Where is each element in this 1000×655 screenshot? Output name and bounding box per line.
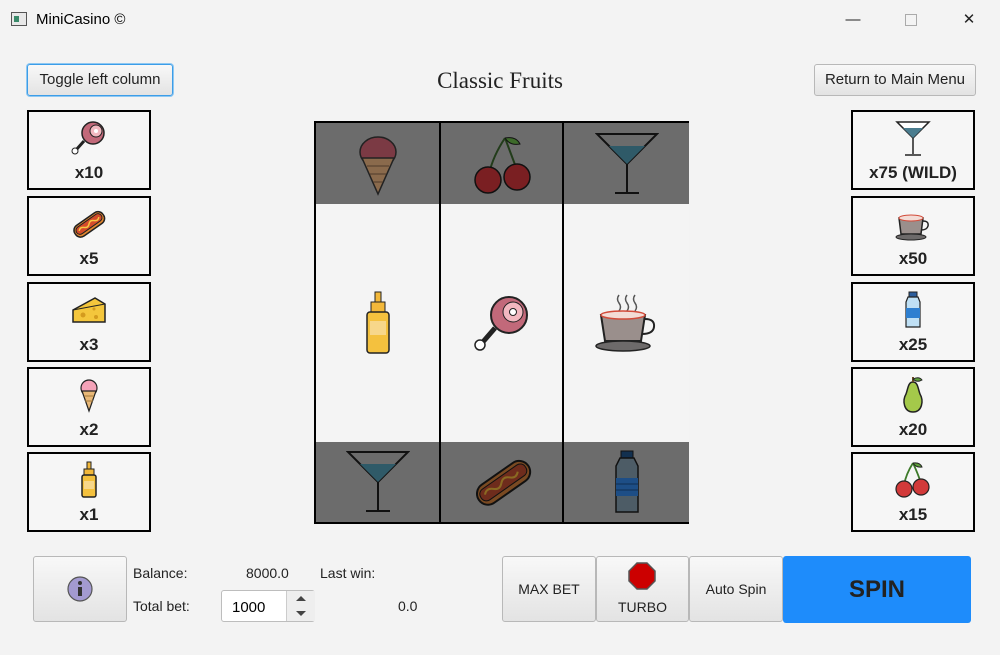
paytable-right-item: x20 xyxy=(851,367,975,447)
mustard-icon xyxy=(365,291,390,354)
reel-cell-payline xyxy=(316,204,439,442)
window-title: MiniCasino © xyxy=(36,11,126,28)
stop-sign-icon xyxy=(628,562,656,590)
turbo-label: TURBO xyxy=(618,599,667,615)
reel-cell-payline xyxy=(441,204,564,442)
reel-cell xyxy=(441,123,564,204)
decrement-bet-button[interactable] xyxy=(286,606,315,621)
paytable-right-item: x50 xyxy=(851,196,975,276)
reel-cell xyxy=(441,442,564,522)
reel-cell xyxy=(316,442,439,522)
ice-cream-icon xyxy=(29,375,149,413)
slot-reels xyxy=(314,121,689,524)
paytable-right-item: x15 xyxy=(851,452,975,532)
info-button[interactable] xyxy=(33,556,127,622)
cocktail-icon xyxy=(853,118,973,156)
info-icon xyxy=(67,576,93,602)
maximize-icon xyxy=(905,14,917,26)
paytable-right-item: x25 xyxy=(851,282,975,362)
cherry-icon xyxy=(473,136,531,194)
hotdog-icon xyxy=(475,459,531,506)
auto-spin-button[interactable]: Auto Spin xyxy=(689,556,783,622)
paytable-left-item: x3 xyxy=(27,282,151,362)
paytable-left-item: x1 xyxy=(27,452,151,532)
reel-cell-payline xyxy=(564,204,689,442)
reel-1 xyxy=(316,123,439,522)
water-bottle-icon xyxy=(853,290,973,328)
ham-icon xyxy=(29,118,149,156)
total-bet-stepper[interactable] xyxy=(221,590,315,623)
water-bottle-icon xyxy=(614,450,639,513)
last-win-value: 0.0 xyxy=(398,598,418,614)
pear-icon xyxy=(853,375,973,413)
mustard-icon xyxy=(29,460,149,498)
cocktail-icon xyxy=(345,451,410,512)
last-win-label: Last win: xyxy=(320,565,376,581)
maximize-button[interactable] xyxy=(896,8,926,32)
turbo-button[interactable]: TURBO xyxy=(596,556,689,622)
ice-cream-icon xyxy=(358,135,397,196)
reel-cell xyxy=(564,123,689,204)
coffee-cup-icon xyxy=(594,294,655,352)
paytable-left-item: x2 xyxy=(27,367,151,447)
reel-3 xyxy=(562,123,689,522)
cocktail-icon xyxy=(594,132,659,194)
total-bet-label: Total bet: xyxy=(133,598,190,614)
payout-label: x10 xyxy=(74,163,104,182)
payout-label: x25 xyxy=(898,335,928,354)
payout-label: x3 xyxy=(79,335,99,354)
paytable-right-item: x75 (WILD) xyxy=(851,110,975,190)
balance-label: Balance: xyxy=(133,565,188,581)
max-bet-button[interactable]: MAX BET xyxy=(502,556,596,622)
minimize-button[interactable]: — xyxy=(838,8,868,32)
payout-label: x1 xyxy=(79,505,99,524)
app-icon xyxy=(11,12,27,26)
paytable-left-item: x5 xyxy=(27,196,151,276)
payout-label: x50 xyxy=(898,249,928,268)
payout-label: x75 (WILD) xyxy=(869,163,957,182)
ham-icon xyxy=(473,296,528,351)
reel-2 xyxy=(439,123,564,522)
increment-bet-button[interactable] xyxy=(286,591,315,607)
coffee-cup-icon xyxy=(853,204,973,242)
payout-label: x15 xyxy=(898,505,928,524)
return-to-main-menu-button[interactable]: Return to Main Menu xyxy=(814,64,976,96)
payout-label: x2 xyxy=(79,420,99,439)
cherry-icon xyxy=(853,460,973,498)
total-bet-input[interactable] xyxy=(222,591,296,623)
reel-cell xyxy=(564,442,689,522)
balance-value: 8000.0 xyxy=(246,565,289,581)
cheese-icon xyxy=(29,290,149,328)
close-button[interactable]: ✕ xyxy=(954,8,984,32)
window-titlebar: MiniCasino © — ✕ xyxy=(0,0,1000,40)
hotdog-icon xyxy=(29,204,149,242)
paytable-left-item: x10 xyxy=(27,110,151,190)
spin-button[interactable]: SPIN xyxy=(783,556,971,623)
reel-cell xyxy=(316,123,439,204)
payout-label: x5 xyxy=(79,249,99,268)
payout-label: x20 xyxy=(898,420,928,439)
